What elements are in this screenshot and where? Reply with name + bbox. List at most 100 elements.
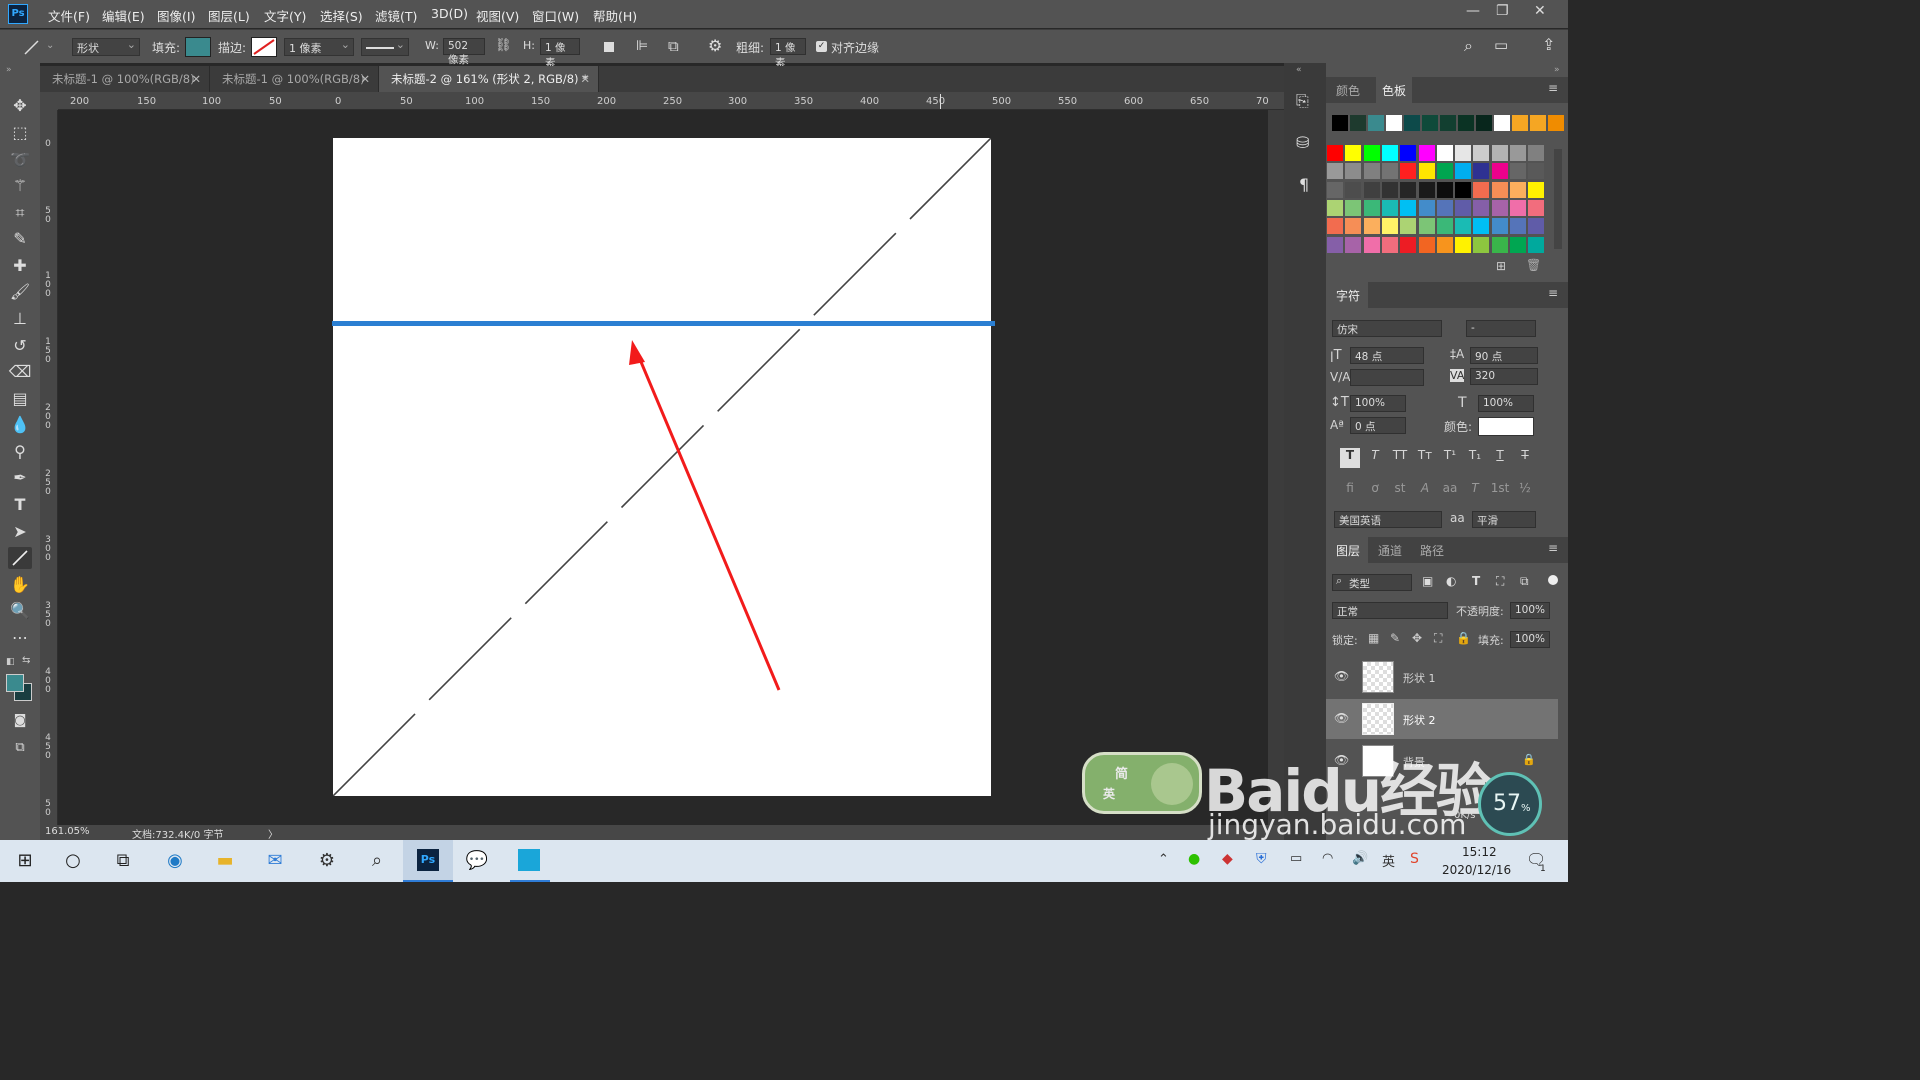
- tab-paths[interactable]: 路径: [1420, 542, 1444, 559]
- feedback-icon[interactable]: ⌕: [362, 848, 392, 874]
- swatch[interactable]: [1363, 218, 1380, 235]
- swatch[interactable]: [1436, 199, 1453, 216]
- fill-field[interactable]: 100%: [1510, 631, 1550, 648]
- filter-smart-object-icon[interactable]: ⧉: [1520, 574, 1529, 589]
- tracking-field[interactable]: 320: [1470, 368, 1538, 385]
- vertical-scrollbar[interactable]: [1268, 110, 1284, 825]
- document-canvas[interactable]: [333, 138, 991, 796]
- align-edges-checkbox[interactable]: ✓: [816, 41, 827, 52]
- link-icon[interactable]: ⛓: [495, 38, 512, 53]
- recent-swatch[interactable]: [1404, 115, 1420, 131]
- dodge-tool-icon[interactable]: ⚲: [8, 441, 32, 463]
- swatch[interactable]: [1491, 145, 1508, 161]
- status-menu-arrow[interactable]: 〉: [268, 826, 278, 841]
- path-selection-tool-icon[interactable]: ➤: [8, 521, 32, 543]
- swatch[interactable]: [1381, 199, 1398, 216]
- eye-icon[interactable]: 👁: [1334, 711, 1349, 725]
- filter-shape-icon[interactable]: ⛶: [1496, 574, 1504, 589]
- wifi-icon[interactable]: ◠: [1322, 851, 1333, 866]
- swatch[interactable]: [1418, 163, 1435, 180]
- swatch[interactable]: [1400, 218, 1417, 235]
- path-operations-icon[interactable]: [604, 42, 614, 52]
- lock-artboard-icon[interactable]: ⛶: [1434, 631, 1442, 646]
- opacity-field[interactable]: 100%: [1510, 602, 1550, 619]
- language-select[interactable]: 美国英语: [1334, 511, 1442, 528]
- close-icon[interactable]: ✕: [191, 66, 201, 92]
- height-field[interactable]: 1 像素: [540, 38, 580, 69]
- old-style-icon[interactable]: ơ: [1365, 481, 1385, 501]
- swatch[interactable]: [1473, 163, 1490, 180]
- swatch[interactable]: [1363, 236, 1380, 253]
- settings-icon[interactable]: ⚙: [312, 848, 342, 874]
- panel-menu-icon[interactable]: ≡: [1548, 81, 1558, 95]
- tray-wechat-icon[interactable]: ●: [1188, 851, 1200, 867]
- swatch[interactable]: [1327, 218, 1343, 235]
- crop-tool-icon[interactable]: ⌗: [8, 202, 32, 224]
- recent-swatch[interactable]: [1494, 115, 1510, 131]
- menu-help[interactable]: 帮助(H): [593, 6, 637, 25]
- filter-adjustment-icon[interactable]: ◐: [1446, 574, 1456, 588]
- swatch[interactable]: [1473, 218, 1490, 235]
- leading-field[interactable]: 90 点: [1470, 347, 1538, 364]
- ruler-origin[interactable]: [40, 92, 58, 110]
- blur-tool-icon[interactable]: 💧: [8, 414, 32, 436]
- weight-field[interactable]: 1 像素: [770, 38, 806, 69]
- file-explorer-icon[interactable]: ▬: [210, 848, 240, 874]
- swatch[interactable]: [1400, 145, 1417, 161]
- swatch[interactable]: [1473, 236, 1490, 253]
- stroke-width-field[interactable]: 1 像素: [284, 38, 354, 56]
- workspace-icon[interactable]: ▭: [1494, 36, 1508, 54]
- swatch[interactable]: [1400, 236, 1417, 253]
- swatch[interactable]: [1528, 236, 1545, 253]
- swatch[interactable]: [1436, 218, 1453, 235]
- tray-chevron-icon[interactable]: ⌃: [1158, 852, 1169, 867]
- superscript-icon[interactable]: T¹: [1440, 448, 1460, 468]
- kerning-field[interactable]: [1350, 369, 1424, 386]
- swatch[interactable]: [1418, 199, 1435, 216]
- swatch[interactable]: [1345, 181, 1362, 198]
- menu-filter[interactable]: 滤镜(T): [375, 6, 417, 25]
- collapse-toolbar-icon[interactable]: »: [6, 65, 12, 75]
- eyedropper-tool-icon[interactable]: ✎: [8, 228, 32, 250]
- share-icon[interactable]: ⇪: [1542, 35, 1555, 54]
- taskbar-photoshop-active[interactable]: Ps: [403, 840, 453, 882]
- diagonal-dashed-shape[interactable]: [333, 138, 991, 796]
- recent-swatch[interactable]: [1422, 115, 1438, 131]
- swatch[interactable]: [1345, 218, 1362, 235]
- recent-swatch[interactable]: [1440, 115, 1456, 131]
- tab-character[interactable]: 字符: [1336, 287, 1360, 304]
- swatch[interactable]: [1418, 236, 1435, 253]
- zoom-tool-icon[interactable]: 🔍: [8, 600, 32, 622]
- swatch[interactable]: [1436, 163, 1453, 180]
- tab-layers[interactable]: 图层: [1336, 542, 1360, 559]
- swatch[interactable]: [1528, 181, 1545, 198]
- swatch[interactable]: [1436, 145, 1453, 161]
- swatch[interactable]: [1400, 199, 1417, 216]
- discretionary-ligatures-icon[interactable]: st: [1390, 481, 1410, 501]
- taskbar-app-active[interactable]: [510, 840, 550, 882]
- restore-button[interactable]: ❐: [1496, 3, 1509, 19]
- filter-pixel-icon[interactable]: ▣: [1422, 574, 1433, 588]
- chevron-down-icon[interactable]: ⌄: [46, 40, 54, 51]
- font-style-select[interactable]: -: [1466, 320, 1536, 337]
- swap-colors-icon[interactable]: ⇆: [22, 655, 30, 666]
- swatch[interactable]: [1436, 181, 1453, 198]
- healing-brush-tool-icon[interactable]: ✚: [8, 255, 32, 277]
- swatch[interactable]: [1436, 236, 1453, 253]
- swatch[interactable]: [1327, 181, 1343, 198]
- cortana-icon[interactable]: ○: [58, 848, 88, 874]
- layer-row-selected[interactable]: 👁 形状 2: [1326, 699, 1558, 739]
- menu-select[interactable]: 选择(S): [320, 6, 363, 25]
- swatch[interactable]: [1363, 145, 1380, 161]
- tray-sogou-icon[interactable]: S: [1410, 851, 1419, 867]
- recent-swatch[interactable]: [1530, 115, 1546, 131]
- hand-tool-icon[interactable]: ✋: [8, 574, 32, 596]
- tray-security-icon[interactable]: ⛨: [1256, 851, 1267, 867]
- swatch[interactable]: [1510, 145, 1526, 161]
- task-view-icon[interactable]: ⧉: [108, 848, 138, 874]
- swatch[interactable]: [1528, 218, 1545, 235]
- tab-color[interactable]: 颜色: [1336, 82, 1360, 99]
- horizontal-scale-field[interactable]: 100%: [1478, 395, 1534, 412]
- swatch[interactable]: [1455, 199, 1472, 216]
- recent-swatch[interactable]: [1386, 115, 1402, 131]
